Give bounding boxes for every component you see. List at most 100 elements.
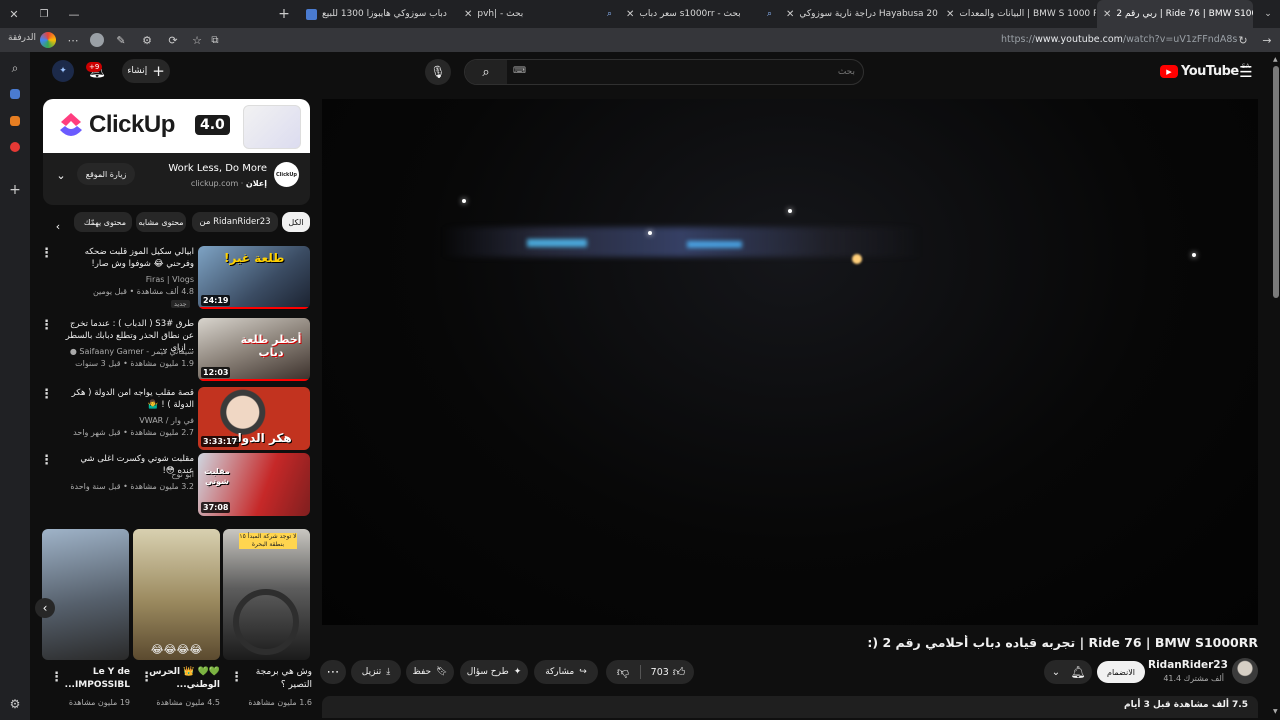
chip-from-channel[interactable]: من RidanRider23	[192, 212, 278, 232]
sync-icon[interactable]: ⟳	[166, 32, 180, 48]
close-tab-icon[interactable]: ✕	[1103, 9, 1111, 20]
close-tab-icon[interactable]: ✕	[464, 9, 472, 20]
scroll-up-arrow-icon[interactable]: ▲	[1273, 56, 1278, 63]
visit-site-button[interactable]: زيارة الموقع	[77, 163, 135, 185]
screenshot-icon[interactable]: ⧉	[208, 32, 222, 48]
channel-name[interactable]: ابو نوح	[62, 470, 194, 479]
new-tab-icon[interactable]: +	[276, 6, 292, 22]
video-thumbnail[interactable]: طلعة غير! 24:19	[198, 246, 310, 309]
ad-expand-chevron-icon[interactable]: ⌄	[53, 167, 69, 183]
close-tab-icon[interactable]: ✕	[946, 9, 954, 20]
short-thumbnail-1[interactable]: لا توجد شركة المبدأ ١٥ بنطقة البحرة	[223, 529, 310, 660]
channel-name[interactable]: في وار / VWAR	[62, 416, 194, 425]
tab-5[interactable]: دباب سوزوكي هايبوزا 1300 للبيع	[300, 0, 452, 28]
short-title[interactable]: 💚💚 👑 الحرس الوطني...	[148, 666, 220, 692]
ad-headline[interactable]: Work Less, Do More	[168, 163, 267, 174]
recommendation-item[interactable]: ⋮ طرق S3# ( الدباب ) : عندما تخرج عن نطا…	[40, 317, 310, 383]
download-button[interactable]: تنزيل ⤓	[351, 660, 401, 684]
scrollbar-thumb[interactable]	[1273, 66, 1279, 298]
share-button[interactable]: مشاركة ↪	[534, 660, 598, 684]
more-actions-icon[interactable]: ⋮	[40, 246, 53, 261]
dislike-button-icon[interactable]: 👎︎	[606, 660, 640, 684]
channel-avatar[interactable]	[1232, 658, 1258, 684]
watch-progress-bar	[198, 379, 310, 381]
recommendation-item[interactable]: ⋮ قصة مقلب يواجه امن الدولة ( هكر الدولة…	[40, 386, 310, 452]
close-window-icon[interactable]: ✕	[6, 6, 22, 22]
close-tab-icon[interactable]: ✕	[626, 9, 634, 20]
tab-active[interactable]: ✕ ربي رقم 2 | Ride 76 | BMW S1000RR	[1097, 0, 1253, 28]
settings-icon[interactable]: ⚙	[140, 32, 154, 48]
subscription-bell-group[interactable]: ⌄ 🔔︎	[1044, 660, 1092, 684]
channel-name[interactable]: Firas | Vlogs	[62, 275, 194, 284]
short-thumbnail-2[interactable]: 😂😂😂😂	[133, 529, 220, 660]
close-tab-icon[interactable]: ✕	[786, 9, 794, 20]
search-icon[interactable]: ⌕	[7, 60, 23, 76]
account-avatar[interactable]: ✦	[52, 60, 74, 82]
hamburger-menu-icon[interactable]: ☰	[1236, 62, 1256, 82]
advertiser-avatar[interactable]: ClickUp	[274, 162, 299, 187]
sidebar-app-icon-2[interactable]	[10, 116, 20, 126]
recommendation-item[interactable]: ⋮ مقلبت شوتي وكسرت اغلى شي عنده 😳! ابو ن…	[40, 452, 310, 518]
chevron-down-icon[interactable]: ⌄	[1046, 660, 1066, 684]
chip-all[interactable]: الكل	[282, 212, 310, 232]
create-label: إنشاء	[127, 66, 148, 76]
bell-icon[interactable]: 🔔︎	[1068, 660, 1088, 684]
channel-row[interactable]: سيفاني قيمر - Saifaany Gamer ●	[62, 347, 194, 356]
sidebar-youtube-icon[interactable]	[10, 142, 20, 152]
chip-related[interactable]: محتوى يهمّك	[74, 212, 132, 232]
tab-2[interactable]: ✕ دراجة نارية سوزوكي Hayabusa 2025	[780, 0, 938, 28]
reload-icon[interactable]: ↻	[1236, 32, 1250, 48]
short-thumbnail-3[interactable]	[42, 529, 129, 660]
video-player[interactable]	[322, 99, 1258, 625]
page-scrollbar[interactable]: ▲ ▼	[1272, 52, 1280, 720]
create-button[interactable]: إنشاء +	[122, 59, 170, 83]
like-button[interactable]: 703 👍︎	[642, 660, 694, 684]
search-button-icon[interactable]: ⌕	[465, 60, 507, 84]
ad-card[interactable]: ClickUp 4.0 ⌄ زيارة الموقع Work Less, Do…	[43, 99, 310, 205]
short-title[interactable]: Le Y de IMPOSSIBL...	[60, 666, 130, 692]
more-actions-icon[interactable]: ⋯	[320, 660, 346, 684]
keyboard-icon[interactable]: ⌨	[513, 66, 526, 76]
extensions-icon[interactable]: ✎	[114, 32, 128, 48]
shorts-prev-arrow-icon[interactable]: ‹	[35, 598, 55, 618]
add-sidebar-app-icon[interactable]: +	[7, 182, 23, 198]
ask-button[interactable]: طرح سؤال ✦	[460, 660, 528, 684]
more-actions-icon[interactable]: ⋮	[40, 453, 53, 468]
chip-similar[interactable]: محتوى مشابه	[136, 212, 186, 232]
ad-meta: clickup.com · إعلان	[190, 179, 267, 188]
video-title[interactable]: ابيالي سكيل الموز قلبت ضحكه وفرحني 😂 شوف…	[62, 246, 194, 270]
video-thumbnail[interactable]: هكر الدولة 3:33:17	[198, 387, 310, 450]
ad-banner[interactable]: ClickUp 4.0	[43, 99, 310, 153]
description-box[interactable]: 7.5 ألف مشاهدة قبل 3 أيام	[322, 696, 1258, 718]
save-button[interactable]: حفظ 🔖︎	[406, 660, 454, 684]
video-stats: 1.9 مليون مشاهدة • قبل 3 سنوات	[75, 359, 194, 368]
sidebar-settings-icon[interactable]: ⚙	[7, 696, 23, 712]
recommendation-item[interactable]: ⋮ ابيالي سكيل الموز قلبت ضحكه وفرحني 😂 ش…	[40, 245, 310, 311]
video-stats: 3.2 مليون مشاهدة • قبل سنة واحدة	[70, 482, 194, 491]
more-actions-icon[interactable]: ⋮	[40, 318, 53, 333]
chips-left-arrow-icon[interactable]: ‹	[50, 216, 66, 236]
video-title[interactable]: قصة مقلب يواجه امن الدولة ( هكر الدولة )…	[62, 387, 194, 411]
scroll-down-arrow-icon[interactable]: ▼	[1273, 708, 1278, 715]
tab-1[interactable]: ✕ البيانات والمعدات | BMW S 1000 RR بي	[940, 0, 1096, 28]
profile-avatar[interactable]	[90, 33, 104, 47]
more-actions-icon[interactable]: ⋮	[40, 387, 53, 402]
video-thumbnail[interactable]: مقلبت شوتي 37:08	[198, 453, 310, 516]
restore-window-icon[interactable]: ❐	[36, 6, 52, 22]
more-icon[interactable]: ⋯	[66, 32, 80, 48]
tab-4[interactable]: ✕ pvh| - بحث ⌕	[458, 0, 618, 28]
join-button[interactable]: الانضمام	[1097, 661, 1145, 683]
bookmark-star-icon[interactable]: ☆	[190, 32, 204, 48]
video-thumbnail[interactable]: أخطر طلعة دباب 12:03	[198, 318, 310, 381]
minimize-window-icon[interactable]: —	[66, 6, 82, 22]
short-title[interactable]: وش هي برمجة التصير ؟	[238, 666, 312, 692]
tab-search-icon[interactable]: ⌄	[1260, 6, 1276, 22]
tab-3[interactable]: ✕ سعر دباب s1000rr - بحث ⌕	[620, 0, 778, 28]
sidebar-app-icon-1[interactable]	[10, 89, 20, 99]
search-input[interactable]	[535, 63, 855, 81]
browser-ai-icon[interactable]	[40, 32, 56, 48]
url-field[interactable]: https://www.youtube.com/watch?v=uV1zFFnd…	[1001, 34, 1237, 45]
back-arrow-icon[interactable]: →	[1260, 32, 1274, 48]
voice-search-icon[interactable]: 🎙︎	[425, 59, 451, 85]
channel-name[interactable]: RidanRider23	[1148, 659, 1228, 671]
